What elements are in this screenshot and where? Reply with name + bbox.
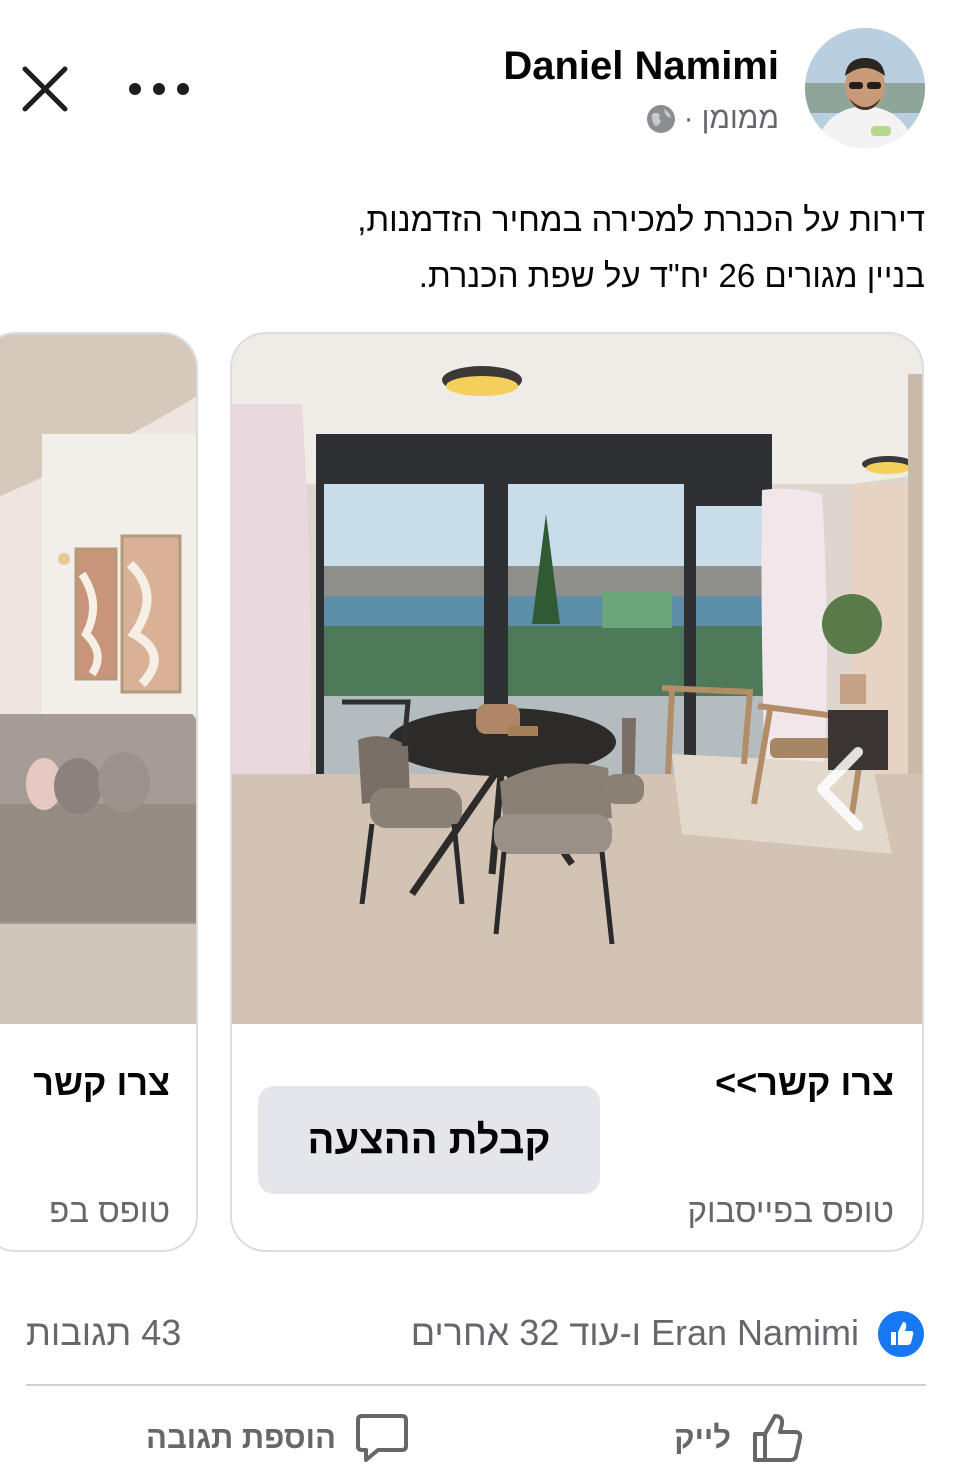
carousel-card-dining-room[interactable]: צרו קשר>> קבלת ההצעה טופס בפייסבוק (230, 332, 924, 1252)
carousel-card-living-room[interactable]: צרו קשר טופס בפ (0, 332, 198, 1252)
dining-room-photo[interactable] (232, 334, 922, 1024)
comment-button[interactable]: הוספת תגובה (146, 1410, 410, 1466)
post-text-line: דירות על הכנרת למכירה במחיר הזדמנות, (357, 201, 925, 238)
like-badge-icon[interactable] (877, 1310, 925, 1358)
ad-carousel[interactable]: צרו קשר טופס בפ צרו קשר>> קבלת ההצעה טופ… (0, 330, 955, 1256)
card-subtitle: טופס בפ (49, 1192, 170, 1229)
close-icon[interactable] (22, 66, 68, 112)
post-text: דירות על הכנרת למכירה במחיר הזדמנות, בני… (45, 192, 925, 304)
get-offer-button[interactable]: קבלת ההצעה (258, 1086, 600, 1194)
like-label: לייק (674, 1420, 731, 1455)
comment-label: הוספת תגובה (146, 1420, 336, 1455)
globe-icon (646, 105, 675, 133)
living-room-photo[interactable] (0, 334, 196, 1024)
post-meta: ממומן · (646, 100, 779, 138)
card-subtitle: טופס בפייסבוק (687, 1192, 895, 1229)
chevron-left-icon[interactable] (810, 744, 870, 834)
meta-separator: · (683, 102, 694, 135)
thumbs-up-icon (753, 1414, 803, 1462)
like-button[interactable]: לייק (674, 1410, 805, 1466)
avatar[interactable] (805, 28, 925, 148)
card-title[interactable]: צרו קשר (33, 1062, 170, 1104)
author-name[interactable]: Daniel Namimi (503, 44, 779, 89)
card-title[interactable]: צרו קשר>> (715, 1062, 894, 1104)
more-icon[interactable] (126, 80, 192, 98)
divider (26, 1384, 926, 1386)
reaction-names[interactable]: Eran Namimi ו-עוד 32 אחרים (411, 1312, 859, 1354)
comments-count[interactable]: 43 תגובות (26, 1312, 181, 1354)
sponsored-label[interactable]: ממומן (702, 102, 779, 136)
comment-icon (355, 1414, 408, 1462)
post-text-line: בניין מגורים 26 יח"ד על שפת הכנרת. (418, 257, 925, 294)
